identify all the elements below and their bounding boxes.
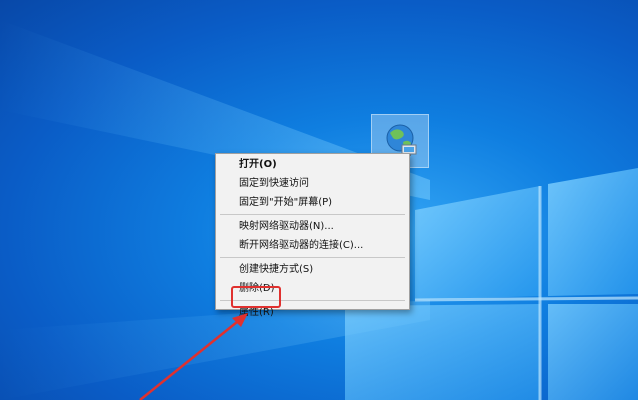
menu-item-create-shortcut[interactable]: 创建快捷方式(S): [216, 260, 409, 279]
menu-item-pin-quick-access[interactable]: 固定到快速访问: [216, 174, 409, 193]
menu-item-open[interactable]: 打开(O): [216, 155, 409, 174]
menu-item-pin-to-start[interactable]: 固定到"开始"屏幕(P): [216, 193, 409, 212]
menu-separator: [220, 214, 405, 215]
menu-item-map-network-drive[interactable]: 映射网络驱动器(N)...: [216, 217, 409, 236]
menu-separator: [220, 257, 405, 258]
menu-item-disconnect-network-drive[interactable]: 断开网络驱动器的连接(C)...: [216, 236, 409, 255]
properties-highlight-box: [231, 286, 281, 308]
